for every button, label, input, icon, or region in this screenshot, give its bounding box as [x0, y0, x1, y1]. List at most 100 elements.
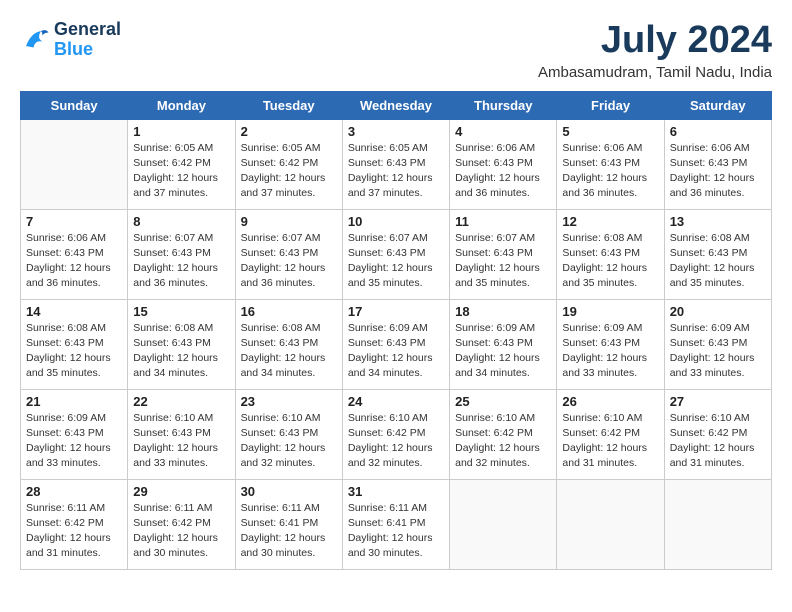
calendar-cell: [557, 479, 664, 569]
day-info: Sunrise: 6:08 AMSunset: 6:43 PMDaylight:…: [562, 231, 658, 292]
day-number: 15: [133, 304, 229, 319]
day-number: 24: [348, 394, 444, 409]
day-info: Sunrise: 6:10 AMSunset: 6:42 PMDaylight:…: [670, 411, 766, 472]
day-info: Sunrise: 6:05 AMSunset: 6:42 PMDaylight:…: [133, 141, 229, 202]
calendar-cell: 21 Sunrise: 6:09 AMSunset: 6:43 PMDayligh…: [21, 389, 128, 479]
day-info: Sunrise: 6:08 AMSunset: 6:43 PMDaylight:…: [241, 321, 337, 382]
day-number: 28: [26, 484, 122, 499]
day-info: Sunrise: 6:09 AMSunset: 6:43 PMDaylight:…: [26, 411, 122, 472]
day-info: Sunrise: 6:11 AMSunset: 6:42 PMDaylight:…: [26, 501, 122, 562]
calendar-cell: [450, 479, 557, 569]
day-info: Sunrise: 6:11 AMSunset: 6:42 PMDaylight:…: [133, 501, 229, 562]
day-info: Sunrise: 6:07 AMSunset: 6:43 PMDaylight:…: [133, 231, 229, 292]
calendar-cell: 5 Sunrise: 6:06 AMSunset: 6:43 PMDaylight…: [557, 119, 664, 209]
calendar-cell: 22 Sunrise: 6:10 AMSunset: 6:43 PMDayligh…: [128, 389, 235, 479]
calendar-table: SundayMondayTuesdayWednesdayThursdayFrid…: [20, 91, 772, 570]
calendar-cell: 24 Sunrise: 6:10 AMSunset: 6:42 PMDayligh…: [342, 389, 449, 479]
calendar-week-1: 1 Sunrise: 6:05 AMSunset: 6:42 PMDaylight…: [21, 119, 772, 209]
calendar-cell: 29 Sunrise: 6:11 AMSunset: 6:42 PMDayligh…: [128, 479, 235, 569]
day-info: Sunrise: 6:06 AMSunset: 6:43 PMDaylight:…: [455, 141, 551, 202]
month-year-title: July 2024: [538, 20, 772, 62]
calendar-cell: 20 Sunrise: 6:09 AMSunset: 6:43 PMDayligh…: [664, 299, 771, 389]
calendar-cell: 13Sunrise: 6:08 AMSunset: 6:43 PMDayligh…: [664, 209, 771, 299]
day-number: 19: [562, 304, 658, 319]
weekday-header-thursday: Thursday: [450, 91, 557, 119]
weekday-header-monday: Monday: [128, 91, 235, 119]
calendar-cell: 14 Sunrise: 6:08 AMSunset: 6:43 PMDayligh…: [21, 299, 128, 389]
title-block: July 2024 Ambasamudram, Tamil Nadu, Indi…: [538, 20, 772, 81]
day-number: 26: [562, 394, 658, 409]
day-info: Sunrise: 6:10 AMSunset: 6:42 PMDaylight:…: [562, 411, 658, 472]
day-number: 25: [455, 394, 551, 409]
calendar-cell: 6Sunrise: 6:06 AMSunset: 6:43 PMDaylight…: [664, 119, 771, 209]
day-info: Sunrise: 6:07 AMSunset: 6:43 PMDaylight:…: [348, 231, 444, 292]
day-info: Sunrise: 6:06 AMSunset: 6:43 PMDaylight:…: [670, 141, 766, 202]
day-info: Sunrise: 6:07 AMSunset: 6:43 PMDaylight:…: [455, 231, 551, 292]
calendar-week-4: 21 Sunrise: 6:09 AMSunset: 6:43 PMDayligh…: [21, 389, 772, 479]
calendar-cell: 27 Sunrise: 6:10 AMSunset: 6:42 PMDayligh…: [664, 389, 771, 479]
calendar-week-3: 14 Sunrise: 6:08 AMSunset: 6:43 PMDayligh…: [21, 299, 772, 389]
day-number: 27: [670, 394, 766, 409]
day-number: 3: [348, 124, 444, 139]
calendar-week-2: 7 Sunrise: 6:06 AMSunset: 6:43 PMDaylight…: [21, 209, 772, 299]
day-number: 2: [241, 124, 337, 139]
calendar-week-5: 28 Sunrise: 6:11 AMSunset: 6:42 PMDayligh…: [21, 479, 772, 569]
day-info: Sunrise: 6:06 AMSunset: 6:43 PMDaylight:…: [26, 231, 122, 292]
day-number: 29: [133, 484, 229, 499]
day-info: Sunrise: 6:11 AMSunset: 6:41 PMDaylight:…: [241, 501, 337, 562]
calendar-cell: [21, 119, 128, 209]
calendar-cell: 17Sunrise: 6:09 AMSunset: 6:43 PMDayligh…: [342, 299, 449, 389]
calendar-cell: 4Sunrise: 6:06 AMSunset: 6:43 PMDaylight…: [450, 119, 557, 209]
day-number: 22: [133, 394, 229, 409]
calendar-cell: [664, 479, 771, 569]
day-info: Sunrise: 6:11 AMSunset: 6:41 PMDaylight:…: [348, 501, 444, 562]
day-number: 30: [241, 484, 337, 499]
calendar-cell: 18 Sunrise: 6:09 AMSunset: 6:43 PMDayligh…: [450, 299, 557, 389]
day-info: Sunrise: 6:09 AMSunset: 6:43 PMDaylight:…: [455, 321, 551, 382]
calendar-header-row: SundayMondayTuesdayWednesdayThursdayFrid…: [21, 91, 772, 119]
logo: General Blue: [20, 20, 121, 60]
calendar-cell: 2Sunrise: 6:05 AMSunset: 6:42 PMDaylight…: [235, 119, 342, 209]
day-number: 9: [241, 214, 337, 229]
day-info: Sunrise: 6:06 AMSunset: 6:43 PMDaylight:…: [562, 141, 658, 202]
day-number: 21: [26, 394, 122, 409]
location-subtitle: Ambasamudram, Tamil Nadu, India: [538, 64, 772, 81]
day-number: 17: [348, 304, 444, 319]
logo-icon: [20, 25, 50, 55]
day-info: Sunrise: 6:09 AMSunset: 6:43 PMDaylight:…: [562, 321, 658, 382]
day-number: 31: [348, 484, 444, 499]
day-info: Sunrise: 6:08 AMSunset: 6:43 PMDaylight:…: [26, 321, 122, 382]
calendar-cell: 15 Sunrise: 6:08 AMSunset: 6:43 PMDayligh…: [128, 299, 235, 389]
day-info: Sunrise: 6:05 AMSunset: 6:43 PMDaylight:…: [348, 141, 444, 202]
weekday-header-friday: Friday: [557, 91, 664, 119]
calendar-cell: 8 Sunrise: 6:07 AMSunset: 6:43 PMDaylight…: [128, 209, 235, 299]
logo-text: General Blue: [54, 20, 121, 60]
calendar-cell: 28 Sunrise: 6:11 AMSunset: 6:42 PMDayligh…: [21, 479, 128, 569]
day-number: 1: [133, 124, 229, 139]
day-info: Sunrise: 6:09 AMSunset: 6:43 PMDaylight:…: [670, 321, 766, 382]
weekday-header-sunday: Sunday: [21, 91, 128, 119]
calendar-cell: 9Sunrise: 6:07 AMSunset: 6:43 PMDaylight…: [235, 209, 342, 299]
day-number: 20: [670, 304, 766, 319]
day-number: 16: [241, 304, 337, 319]
day-info: Sunrise: 6:10 AMSunset: 6:42 PMDaylight:…: [348, 411, 444, 472]
calendar-cell: 11 Sunrise: 6:07 AMSunset: 6:43 PMDayligh…: [450, 209, 557, 299]
calendar-cell: 1 Sunrise: 6:05 AMSunset: 6:42 PMDaylight…: [128, 119, 235, 209]
calendar-cell: 25Sunrise: 6:10 AMSunset: 6:42 PMDayligh…: [450, 389, 557, 479]
day-number: 5: [562, 124, 658, 139]
day-number: 18: [455, 304, 551, 319]
weekday-header-tuesday: Tuesday: [235, 91, 342, 119]
calendar-cell: 10Sunrise: 6:07 AMSunset: 6:43 PMDayligh…: [342, 209, 449, 299]
day-info: Sunrise: 6:10 AMSunset: 6:43 PMDaylight:…: [133, 411, 229, 472]
day-number: 11: [455, 214, 551, 229]
day-info: Sunrise: 6:08 AMSunset: 6:43 PMDaylight:…: [670, 231, 766, 292]
day-number: 7: [26, 214, 122, 229]
day-number: 8: [133, 214, 229, 229]
page-header: General Blue July 2024 Ambasamudram, Tam…: [20, 20, 772, 81]
day-number: 14: [26, 304, 122, 319]
calendar-cell: 12Sunrise: 6:08 AMSunset: 6:43 PMDayligh…: [557, 209, 664, 299]
calendar-cell: 30 Sunrise: 6:11 AMSunset: 6:41 PMDayligh…: [235, 479, 342, 569]
calendar-cell: 19 Sunrise: 6:09 AMSunset: 6:43 PMDayligh…: [557, 299, 664, 389]
day-info: Sunrise: 6:08 AMSunset: 6:43 PMDaylight:…: [133, 321, 229, 382]
calendar-cell: 23Sunrise: 6:10 AMSunset: 6:43 PMDayligh…: [235, 389, 342, 479]
